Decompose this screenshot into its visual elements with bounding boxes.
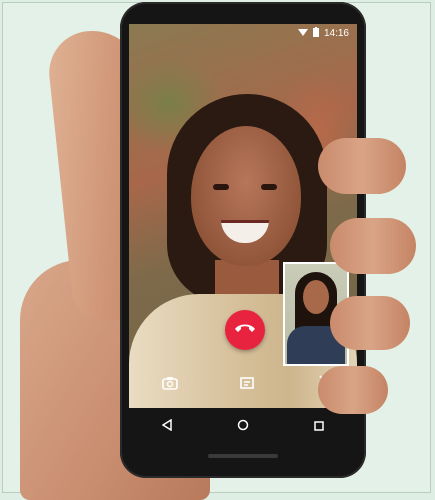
remote-video-eye: [261, 184, 277, 190]
remote-video-eye: [213, 184, 229, 190]
hand-finger: [318, 138, 406, 194]
wifi-icon: [297, 27, 308, 39]
self-view-face: [303, 280, 329, 314]
android-nav-bar: [129, 412, 357, 442]
end-call-button[interactable]: [225, 310, 265, 350]
hand-finger: [330, 296, 410, 350]
video-toggle-button[interactable]: [237, 374, 259, 396]
status-bar: 14:16: [129, 24, 357, 42]
remote-video-face: [191, 126, 301, 266]
back-button[interactable]: [155, 415, 179, 439]
video-call-screen: 14:16: [129, 24, 357, 408]
recents-icon: [314, 418, 324, 436]
end-call-icon: [234, 321, 256, 339]
battery-icon: [312, 26, 319, 40]
video-toggle-icon: [240, 376, 256, 394]
back-icon: [161, 418, 172, 436]
status-time: 14:16: [323, 27, 349, 39]
hand-finger: [330, 218, 416, 274]
home-button[interactable]: [231, 415, 255, 439]
switch-camera-icon: [162, 376, 178, 395]
phone-speaker: [208, 454, 278, 458]
home-icon: [237, 418, 249, 436]
recents-button[interactable]: [307, 415, 331, 439]
switch-camera-button[interactable]: [159, 374, 181, 396]
hand-finger: [318, 366, 388, 414]
